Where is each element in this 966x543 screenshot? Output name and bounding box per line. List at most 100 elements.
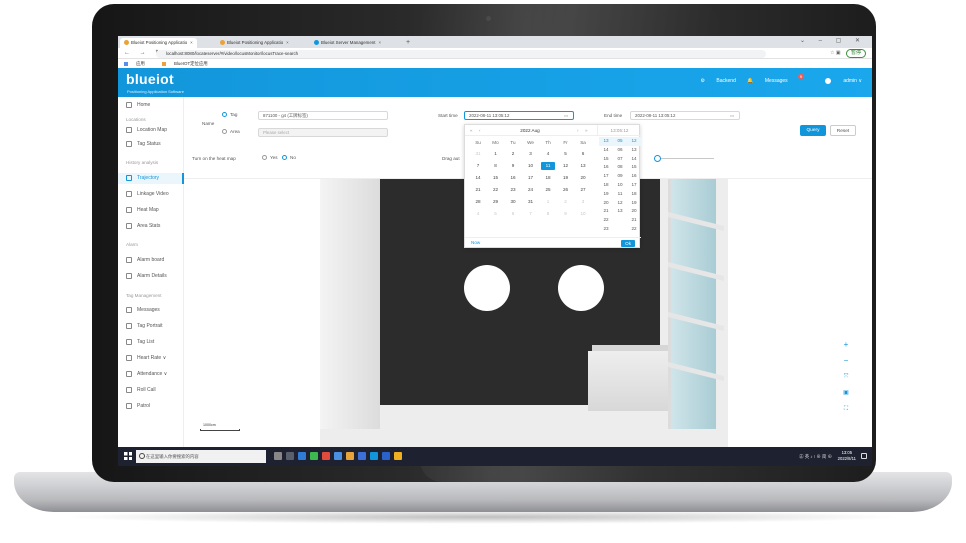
day-cell[interactable]: 5 [489,210,503,218]
day-cell[interactable]: 7 [471,162,485,170]
ok-button[interactable]: Ok [621,240,635,247]
sidebar-item-trajectory[interactable]: Trajectory [118,173,184,184]
day-cell[interactable]: 9 [559,210,573,218]
hours-cell[interactable]: 21 [599,207,613,216]
bookmark-blueiot[interactable]: BlueIOT定位应用 [162,61,216,66]
hours-cell[interactable]: 23 [599,225,613,234]
day-cell[interactable]: 23 [506,186,520,194]
day-cell[interactable]: 6 [576,150,590,158]
url-field[interactable]: localhost:8080/locateserver/#/video/locu… [156,49,766,58]
seconds-cell[interactable]: 17 [627,181,641,190]
seconds-cell[interactable]: 14 [627,155,641,164]
minutes-cell[interactable]: 11 [613,190,627,199]
seconds-cell[interactable]: 19 [627,199,641,208]
day-cell[interactable]: 9 [506,162,520,170]
file-explorer-icon[interactable] [298,452,306,460]
app-icon[interactable] [394,452,402,460]
sidebar-item-location-map[interactable]: Location Map [118,125,184,136]
day-cell[interactable]: 27 [576,186,590,194]
extensions-icon[interactable]: ▣ [836,50,841,56]
layer-icon[interactable]: ▣ [840,387,852,399]
day-cell[interactable]: 16 [506,174,520,182]
close-icon[interactable]: × [190,40,193,45]
chrome-icon[interactable] [310,452,318,460]
mic-icon[interactable] [274,452,282,460]
backend-link[interactable]: ⚙ Backend [701,78,736,84]
day-cell[interactable]: 31 [524,198,538,206]
hours-cell[interactable]: 15 [599,155,613,164]
seconds-cell[interactable]: 12 [627,137,641,146]
next-month-icon[interactable]: › [577,125,579,136]
day-cell[interactable]: 3 [576,198,590,206]
query-button[interactable]: Query [800,125,826,136]
minutes-cell[interactable]: 05 [613,137,627,146]
minutes-cell[interactable]: 08 [613,163,627,172]
day-cell[interactable]: 25 [541,186,555,194]
messages-link[interactable]: 🔔 Messages9 [747,74,804,84]
sidebar-item-roll-call[interactable]: Roll Call [118,385,184,396]
end-time-input[interactable]: 2022-08-11 13:05:12 [630,111,740,120]
sidebar-item-messages[interactable]: Messages [118,305,184,316]
day-cell[interactable]: 28 [471,198,485,206]
day-cell[interactable]: 4 [471,210,485,218]
selected-day-cell[interactable]: 11 [541,162,555,170]
day-cell[interactable]: 18 [541,174,555,182]
hours-cell[interactable]: 18 [599,181,613,190]
day-cell[interactable]: 4 [541,150,555,158]
taskbar-search[interactable]: 在这里输入你要搜索的内容 [136,450,266,463]
minutes-cell[interactable]: 13 [613,207,627,216]
bookmark-apps[interactable]: 应用 [124,61,153,66]
hours-cell[interactable]: 16 [599,163,613,172]
seconds-cell[interactable]: 13 [627,146,641,155]
area-radio[interactable]: Area [222,129,240,135]
star-icon[interactable]: ☆ [830,50,834,56]
hours-cell[interactable]: 13 [599,137,613,146]
app-icon[interactable] [382,452,390,460]
browser-tab[interactable]: Blueiot Positioning Applicatio × [216,38,293,48]
heat-map-yes-radio[interactable]: Yes [262,155,278,161]
seconds-cell[interactable]: 21 [627,216,641,225]
day-cell[interactable]: 10 [524,162,538,170]
seconds-cell[interactable]: 20 [627,207,641,216]
new-tab-button[interactable]: + [406,38,410,47]
heat-map-no-radio[interactable]: No [282,155,296,161]
prev-year-icon[interactable]: « [470,125,473,136]
day-cell[interactable]: 1 [489,150,503,158]
sidebar-item-area-stats[interactable]: Area Stats [118,221,184,232]
zoom-in-icon[interactable]: + [840,339,852,351]
day-cell[interactable]: 19 [559,174,573,182]
hours-cell[interactable]: 19 [599,190,613,199]
day-cell[interactable]: 21 [471,186,485,194]
reset-button[interactable]: Reset [830,125,856,136]
hours-cell[interactable]: 22 [599,216,613,225]
slider-handle[interactable] [654,155,661,162]
day-cell[interactable]: 15 [489,174,503,182]
sidebar-item-heat-map[interactable]: Heat Map [118,205,184,216]
minutes-cell[interactable]: 07 [613,155,627,164]
day-cell[interactable]: 8 [489,162,503,170]
sidebar-item-linkage-video[interactable]: Linkage Video [118,189,184,200]
hours-cell[interactable]: 20 [599,199,613,208]
day-cell[interactable]: 22 [489,186,503,194]
day-cell[interactable]: 6 [506,210,520,218]
windows-start-icon[interactable] [124,452,132,460]
folder-icon[interactable] [346,452,354,460]
day-cell[interactable]: 8 [541,210,555,218]
calendar-icon[interactable]: ▭ [564,113,568,119]
tag-select[interactable]: 871100 - g4 (工牌标签) [258,111,388,120]
sidebar-item-patrol[interactable]: Patrol [118,401,184,412]
profile-pill[interactable]: 暂停 [845,49,866,58]
day-cell[interactable]: 14 [471,174,485,182]
browser-tab[interactable]: Blueiot Positioning Applicatio × [120,38,197,48]
browser-tab[interactable]: Blueiot Server Management × [310,38,385,48]
app-icon[interactable] [322,452,330,460]
hours-cell[interactable]: 17 [599,172,613,181]
sidebar-item-tag-list[interactable]: Tag List [118,337,184,348]
day-cell[interactable]: 17 [524,174,538,182]
day-cell[interactable]: 5 [559,150,573,158]
app-icon[interactable] [334,452,342,460]
day-cell[interactable]: 26 [559,186,573,194]
day-cell[interactable]: 29 [489,198,503,206]
minutes-cell[interactable]: 09 [613,172,627,181]
day-cell[interactable]: 3 [524,150,538,158]
